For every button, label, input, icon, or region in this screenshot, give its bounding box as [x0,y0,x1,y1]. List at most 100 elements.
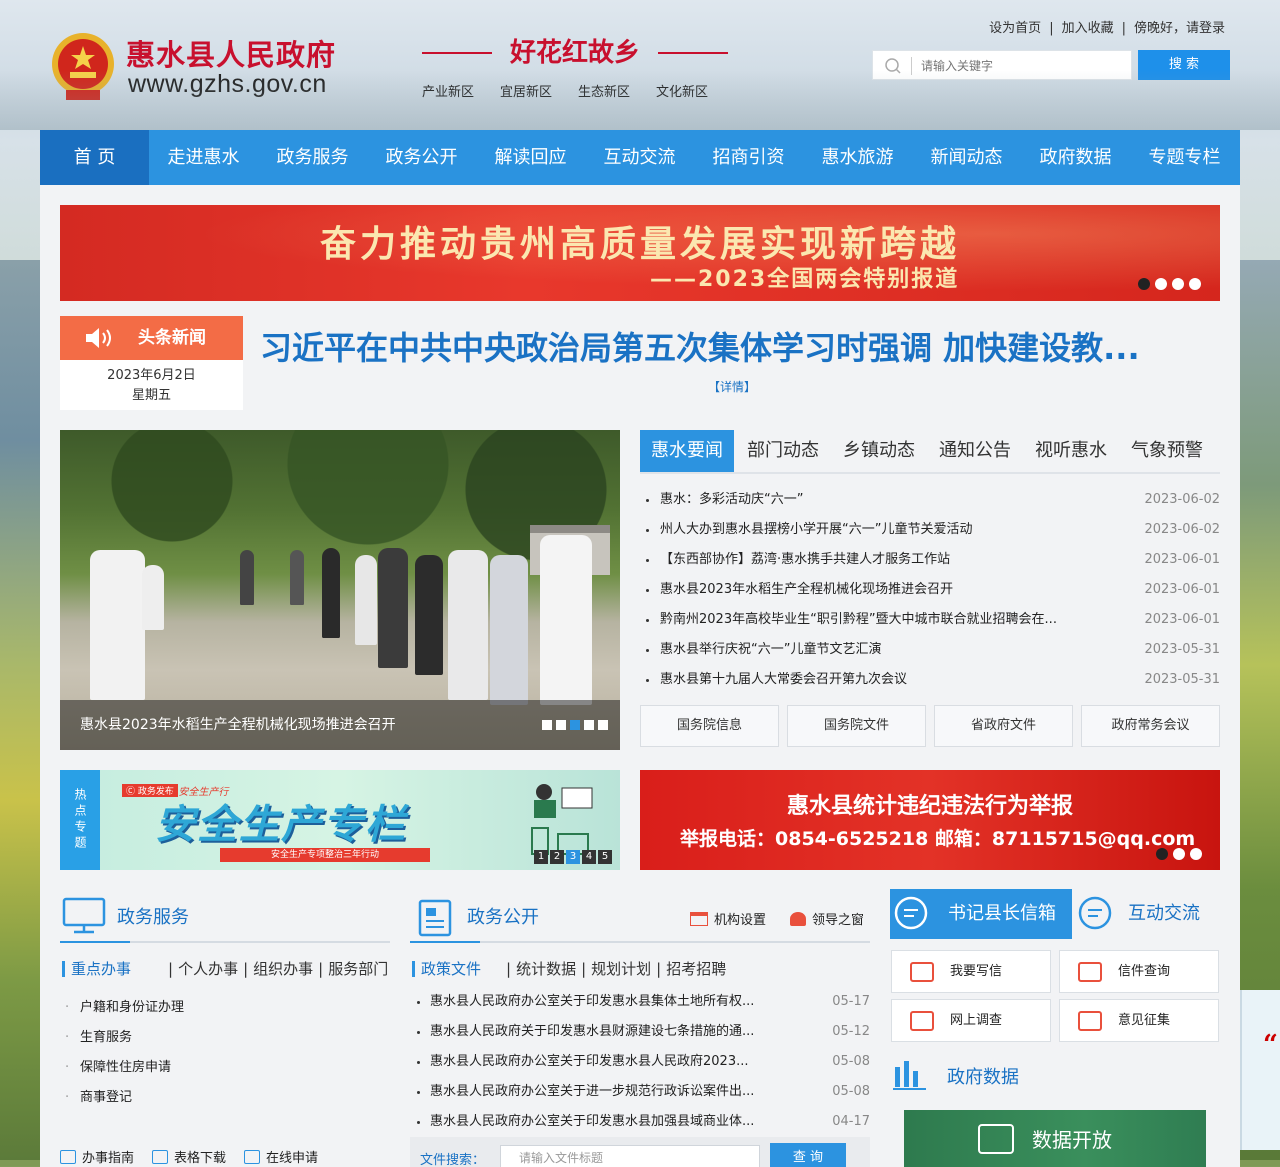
write-letter-button[interactable]: 我要写信 [891,950,1051,993]
top-banner[interactable]: 奋力推动贵州高质量发展实现新跨越 ——2023全国两会特别报道 [60,205,1220,301]
news-title[interactable]: 惠水：多彩活动庆“六一” [660,485,1100,515]
page-number[interactable]: 5 [598,850,612,864]
list-item[interactable]: 保障性住房申请 [60,1053,380,1083]
list-item[interactable]: 惠水县人民政府关于印发惠水县财源建设七条措施的通... 05-12 [415,1017,870,1047]
list-item[interactable]: 惠水县人民政府办公室关于印发惠水县加强县域商业体... 04-17 [415,1107,870,1137]
services-title[interactable]: 政务服务 [117,903,189,929]
page-number[interactable]: 4 [582,850,596,864]
headline-title[interactable]: 习近平在中共中央政治局第五次集体学习时强调 加快建设教... [260,323,1200,369]
report-banner[interactable]: 惠水县统计违纪违法行为举报 举报电话：0854-6525218 邮箱：87115… [640,770,1220,870]
set-homepage-link[interactable]: 设为首页 [989,21,1041,36]
add-favorite-link[interactable]: 加入收藏 [1062,21,1114,36]
list-item[interactable]: 黔南州2023年高校毕业生“职引黔程”暨大中城市联合就业招聘会在... 2023-… [644,605,1220,635]
feedback-button[interactable]: 意见征集 [1059,999,1219,1042]
floating-ad-edge[interactable]: “ [1240,990,1280,1150]
slide-dot[interactable] [1138,278,1150,290]
tab-plans[interactable]: 规划计划 [591,958,651,979]
list-item[interactable]: 惠水县人民政府办公室关于印发惠水县人民政府2023... 05-08 [415,1047,870,1077]
tab-statistics[interactable]: 统计数据 [516,958,576,979]
nav-item-news[interactable]: 新闻动态 [912,130,1021,185]
nav-item-home[interactable]: 首 页 [40,130,149,185]
slide-dot[interactable] [1173,848,1185,860]
online-survey-button[interactable]: 网上调查 [891,999,1051,1042]
slide-dot[interactable] [1189,278,1201,290]
guide-link[interactable]: 办事指南 [60,1147,134,1166]
open-gov-title[interactable]: 政务公开 [467,903,539,929]
headline-detail-link[interactable]: 【详情】 [708,378,756,395]
list-item[interactable]: 惠水县2023年水稻生产全程机械化现场推进会召开 2023-06-01 [644,575,1220,605]
news-title[interactable]: 【东西部协作】荔湾·惠水携手共建人才服务工作站 [660,545,1100,575]
zone-link[interactable]: 文化新区 [656,85,708,100]
policy-title[interactable]: 惠水县人民政府办公室关于进一步规范行政诉讼案件出... [430,1077,790,1107]
gov-data-title[interactable]: 政府数据 [947,1063,1019,1089]
tab-policy-docs[interactable]: 政策文件 [421,958,481,979]
slide-dot[interactable] [570,720,580,730]
slide-dot[interactable] [1155,278,1167,290]
page-number[interactable]: 2 [550,850,564,864]
list-item[interactable]: 惠水：多彩活动庆“六一” 2023-06-02 [644,485,1220,515]
quick-link-state-council-docs[interactable]: 国务院文件 [787,705,926,747]
site-url[interactable]: www.gzhs.gov.cn [128,70,327,99]
quick-link-provincial-docs[interactable]: 省政府文件 [934,705,1073,747]
quick-link-executive-meetings[interactable]: 政府常务会议 [1081,705,1220,747]
slide-dot[interactable] [598,720,608,730]
nav-item-interaction[interactable]: 互动交流 [585,130,694,185]
zone-link[interactable]: 宜居新区 [500,85,552,100]
policy-title[interactable]: 惠水县人民政府办公室关于印发惠水县加强县域商业体... [430,1107,790,1137]
news-title[interactable]: 州人大办到惠水县摆榜小学开展“六一”儿童节关爱活动 [660,515,1100,545]
org-setup-link[interactable]: 机构设置 [690,909,766,928]
search-button[interactable]: 搜 索 [1138,50,1230,80]
tab-township-news[interactable]: 乡镇动态 [832,430,926,472]
tab-notices[interactable]: 通知公告 [928,430,1022,472]
tab-video[interactable]: 视听惠水 [1024,430,1118,472]
tab-key-affairs[interactable]: 重点办事 [71,958,131,979]
tab-org-affairs[interactable]: 组织办事 [253,958,313,979]
nav-item-about[interactable]: 走进惠水 [149,130,258,185]
list-item[interactable]: 惠水县举行庆祝“六一”儿童节文艺汇演 2023-05-31 [644,635,1220,665]
nav-item-services[interactable]: 政务服务 [258,130,367,185]
site-name[interactable]: 惠水县人民政府 [126,32,336,74]
news-title[interactable]: 惠水县2023年水稻生产全程机械化现场推进会召开 [660,575,1100,605]
letter-query-button[interactable]: 信件查询 [1059,950,1219,993]
policy-title[interactable]: 惠水县人民政府关于印发惠水县财源建设七条措施的通... [430,1017,790,1047]
zone-link[interactable]: 生态新区 [578,85,630,100]
policy-title[interactable]: 惠水县人民政府办公室关于印发惠水县集体土地所有权... [430,987,790,1017]
news-title[interactable]: 惠水县举行庆祝“六一”儿童节文艺汇演 [660,635,1100,665]
list-item[interactable]: 户籍和身份证办理 [60,993,380,1023]
nav-item-interpretation[interactable]: 解读回应 [476,130,585,185]
list-item[interactable]: 生育服务 [60,1023,380,1053]
slide-dot[interactable] [1190,848,1202,860]
photo-news-caption[interactable]: 惠水县2023年水稻生产全程机械化现场推进会召开 [60,700,620,750]
nav-item-tourism[interactable]: 惠水旅游 [803,130,912,185]
tab-department-news[interactable]: 部门动态 [736,430,830,472]
slide-dot[interactable] [556,720,566,730]
slide-dot[interactable] [584,720,594,730]
tab-recruitment[interactable]: 招考招聘 [666,958,726,979]
policy-title[interactable]: 惠水县人民政府办公室关于印发惠水县人民政府2023... [430,1047,790,1077]
news-title[interactable]: 惠水县第十九届人大常委会召开第九次会议 [660,665,1100,695]
nav-item-topics[interactable]: 专题专栏 [1130,130,1239,185]
slide-dot[interactable] [1156,848,1168,860]
list-item[interactable]: 惠水县人民政府办公室关于进一步规范行政诉讼案件出... 05-08 [415,1077,870,1107]
page-number[interactable]: 1 [534,850,548,864]
quick-link-state-council-info[interactable]: 国务院信息 [640,705,779,747]
list-item[interactable]: 惠水县人民政府办公室关于印发惠水县集体土地所有权... 05-17 [415,987,870,1017]
list-item[interactable]: 惠水县第十九届人大常委会召开第九次会议 2023-05-31 [644,665,1220,695]
nav-item-gov-data[interactable]: 政府数据 [1021,130,1130,185]
online-apply-link[interactable]: 在线申请 [244,1147,318,1166]
file-search-input[interactable]: 请输入文件标题 [500,1145,760,1167]
list-item[interactable]: 州人大办到惠水县摆榜小学开展“六一”儿童节关爱活动 2023-06-02 [644,515,1220,545]
news-title[interactable]: 黔南州2023年高校毕业生“职引黔程”暨大中城市联合就业招聘会在... [660,605,1100,635]
tab-service-departments[interactable]: 服务部门 [328,958,388,979]
special-topic-banner[interactable]: 热点专题 Ⓒ 政务发布 #安全生产行 安全生产专栏 安全生产专项整治三年行动 1… [60,770,620,870]
tab-weather-alert[interactable]: 气象预警 [1120,430,1214,472]
list-item[interactable]: 商事登记 [60,1083,380,1113]
login-link[interactable]: 傍晚好，请登录 [1134,21,1225,36]
slide-dot[interactable] [1172,278,1184,290]
page-number[interactable]: 3 [566,850,580,864]
forms-download-link[interactable]: 表格下载 [152,1147,226,1166]
zone-link[interactable]: 产业新区 [422,85,474,100]
search-input[interactable] [921,55,1121,77]
photo-news-carousel[interactable]: 惠水县2023年水稻生产全程机械化现场推进会召开 [60,430,620,750]
data-open-button[interactable]: 数据开放 [904,1110,1206,1167]
